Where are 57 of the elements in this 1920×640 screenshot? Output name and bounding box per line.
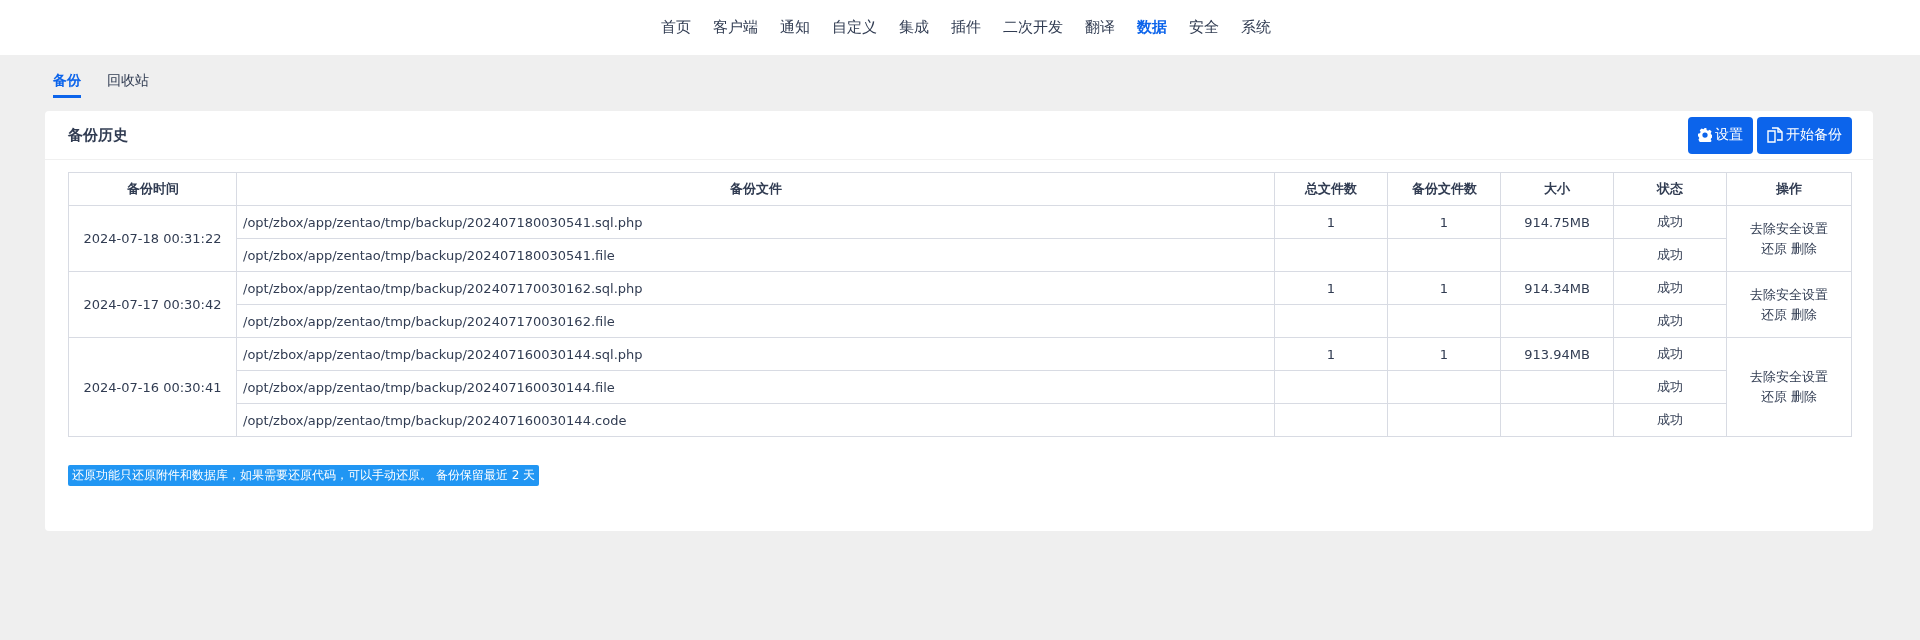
column-header: 大小 <box>1500 172 1614 206</box>
column-header: 备份文件 <box>236 172 1275 206</box>
table-cell: 1 <box>1387 205 1501 239</box>
table-cell: 成功 <box>1613 205 1727 239</box>
nav-item[interactable]: 首页 <box>650 18 702 37</box>
table-cell: 914.34MB <box>1500 271 1614 305</box>
action-link[interactable]: 去除安全设置 <box>1750 367 1828 387</box>
table-cell: /opt/zbox/app/zentao/tmp/backup/202407180030541.sql.php <box>236 205 1275 239</box>
action-link[interactable]: 还原 <box>1761 238 1787 259</box>
start-backup-button[interactable]: 开始备份 <box>1757 116 1852 154</box>
info-note: 还原功能只还原附件和数据库，如果需要还原代码，可以手动还原。 备份保留最近 2 天 <box>68 465 540 486</box>
column-header: 状态 <box>1613 172 1727 206</box>
table-cell: 1 <box>1274 337 1388 371</box>
column-header: 总文件数 <box>1274 172 1388 206</box>
table-cell: 913.94MB <box>1500 337 1614 371</box>
table-cell: 1 <box>1387 337 1501 371</box>
table-cell: /opt/zbox/app/zentao/tmp/backup/202407170030162.file <box>236 304 1275 338</box>
action-link[interactable]: 去除安全设置 <box>1750 284 1828 305</box>
table-cell: /opt/zbox/app/zentao/tmp/backup/202407170030162.sql.php <box>236 271 1275 305</box>
table-cell: 成功 <box>1613 337 1727 371</box>
table-cell: 1 <box>1387 271 1501 305</box>
action-link[interactable]: 还原 <box>1761 387 1787 407</box>
action-link[interactable]: 去除安全设置 <box>1750 218 1828 239</box>
nav-item[interactable]: 翻译 <box>1074 18 1126 37</box>
table-cell: 1 <box>1274 271 1388 305</box>
table-cell: /opt/zbox/app/zentao/tmp/backup/202407180030541.file <box>236 238 1275 272</box>
nav-item[interactable]: 自定义 <box>821 18 888 37</box>
table-cell: 914.75MB <box>1500 205 1614 239</box>
nav-item[interactable]: 客户端 <box>702 18 769 37</box>
nav-item[interactable]: 安全 <box>1178 18 1230 37</box>
nav-item[interactable]: 通知 <box>769 18 821 37</box>
action-link[interactable]: 删除 <box>1791 238 1817 259</box>
nav-item[interactable]: 数据 <box>1126 18 1178 37</box>
settings-button[interactable]: 设置 <box>1688 116 1753 154</box>
table-cell: /opt/zbox/app/zentao/tmp/backup/202407160030144.code <box>236 403 1275 437</box>
table-cell: /opt/zbox/app/zentao/tmp/backup/202407160030144.sql.php <box>236 337 1275 371</box>
action-link[interactable]: 还原 <box>1761 304 1787 325</box>
column-header: 备份文件数 <box>1387 172 1501 206</box>
nav-item[interactable]: 插件 <box>940 18 992 37</box>
column-header: 备份时间 <box>68 172 237 206</box>
table-cell: 2024-07-16 00:30:41 <box>68 337 237 437</box>
gear-icon <box>1698 128 1712 142</box>
action-link[interactable]: 删除 <box>1791 304 1817 325</box>
table-cell: 1 <box>1274 205 1388 239</box>
table-cell: 2024-07-18 00:31:22 <box>68 205 237 272</box>
copy-icon <box>1767 127 1783 143</box>
table-cell: /opt/zbox/app/zentao/tmp/backup/202407160030144.file <box>236 370 1275 404</box>
table-cell: 成功 <box>1613 271 1727 305</box>
action-link[interactable]: 删除 <box>1791 387 1817 407</box>
tab[interactable]: 备份 <box>53 72 81 98</box>
nav-item[interactable]: 集成 <box>888 18 940 37</box>
nav-item[interactable]: 二次开发 <box>992 18 1074 37</box>
panel-title: 备份历史 <box>68 125 128 145</box>
tab[interactable]: 回收站 <box>107 72 149 95</box>
column-header: 操作 <box>1726 172 1852 206</box>
nav-item[interactable]: 系统 <box>1230 18 1282 37</box>
table-cell: 2024-07-17 00:30:42 <box>68 271 237 338</box>
